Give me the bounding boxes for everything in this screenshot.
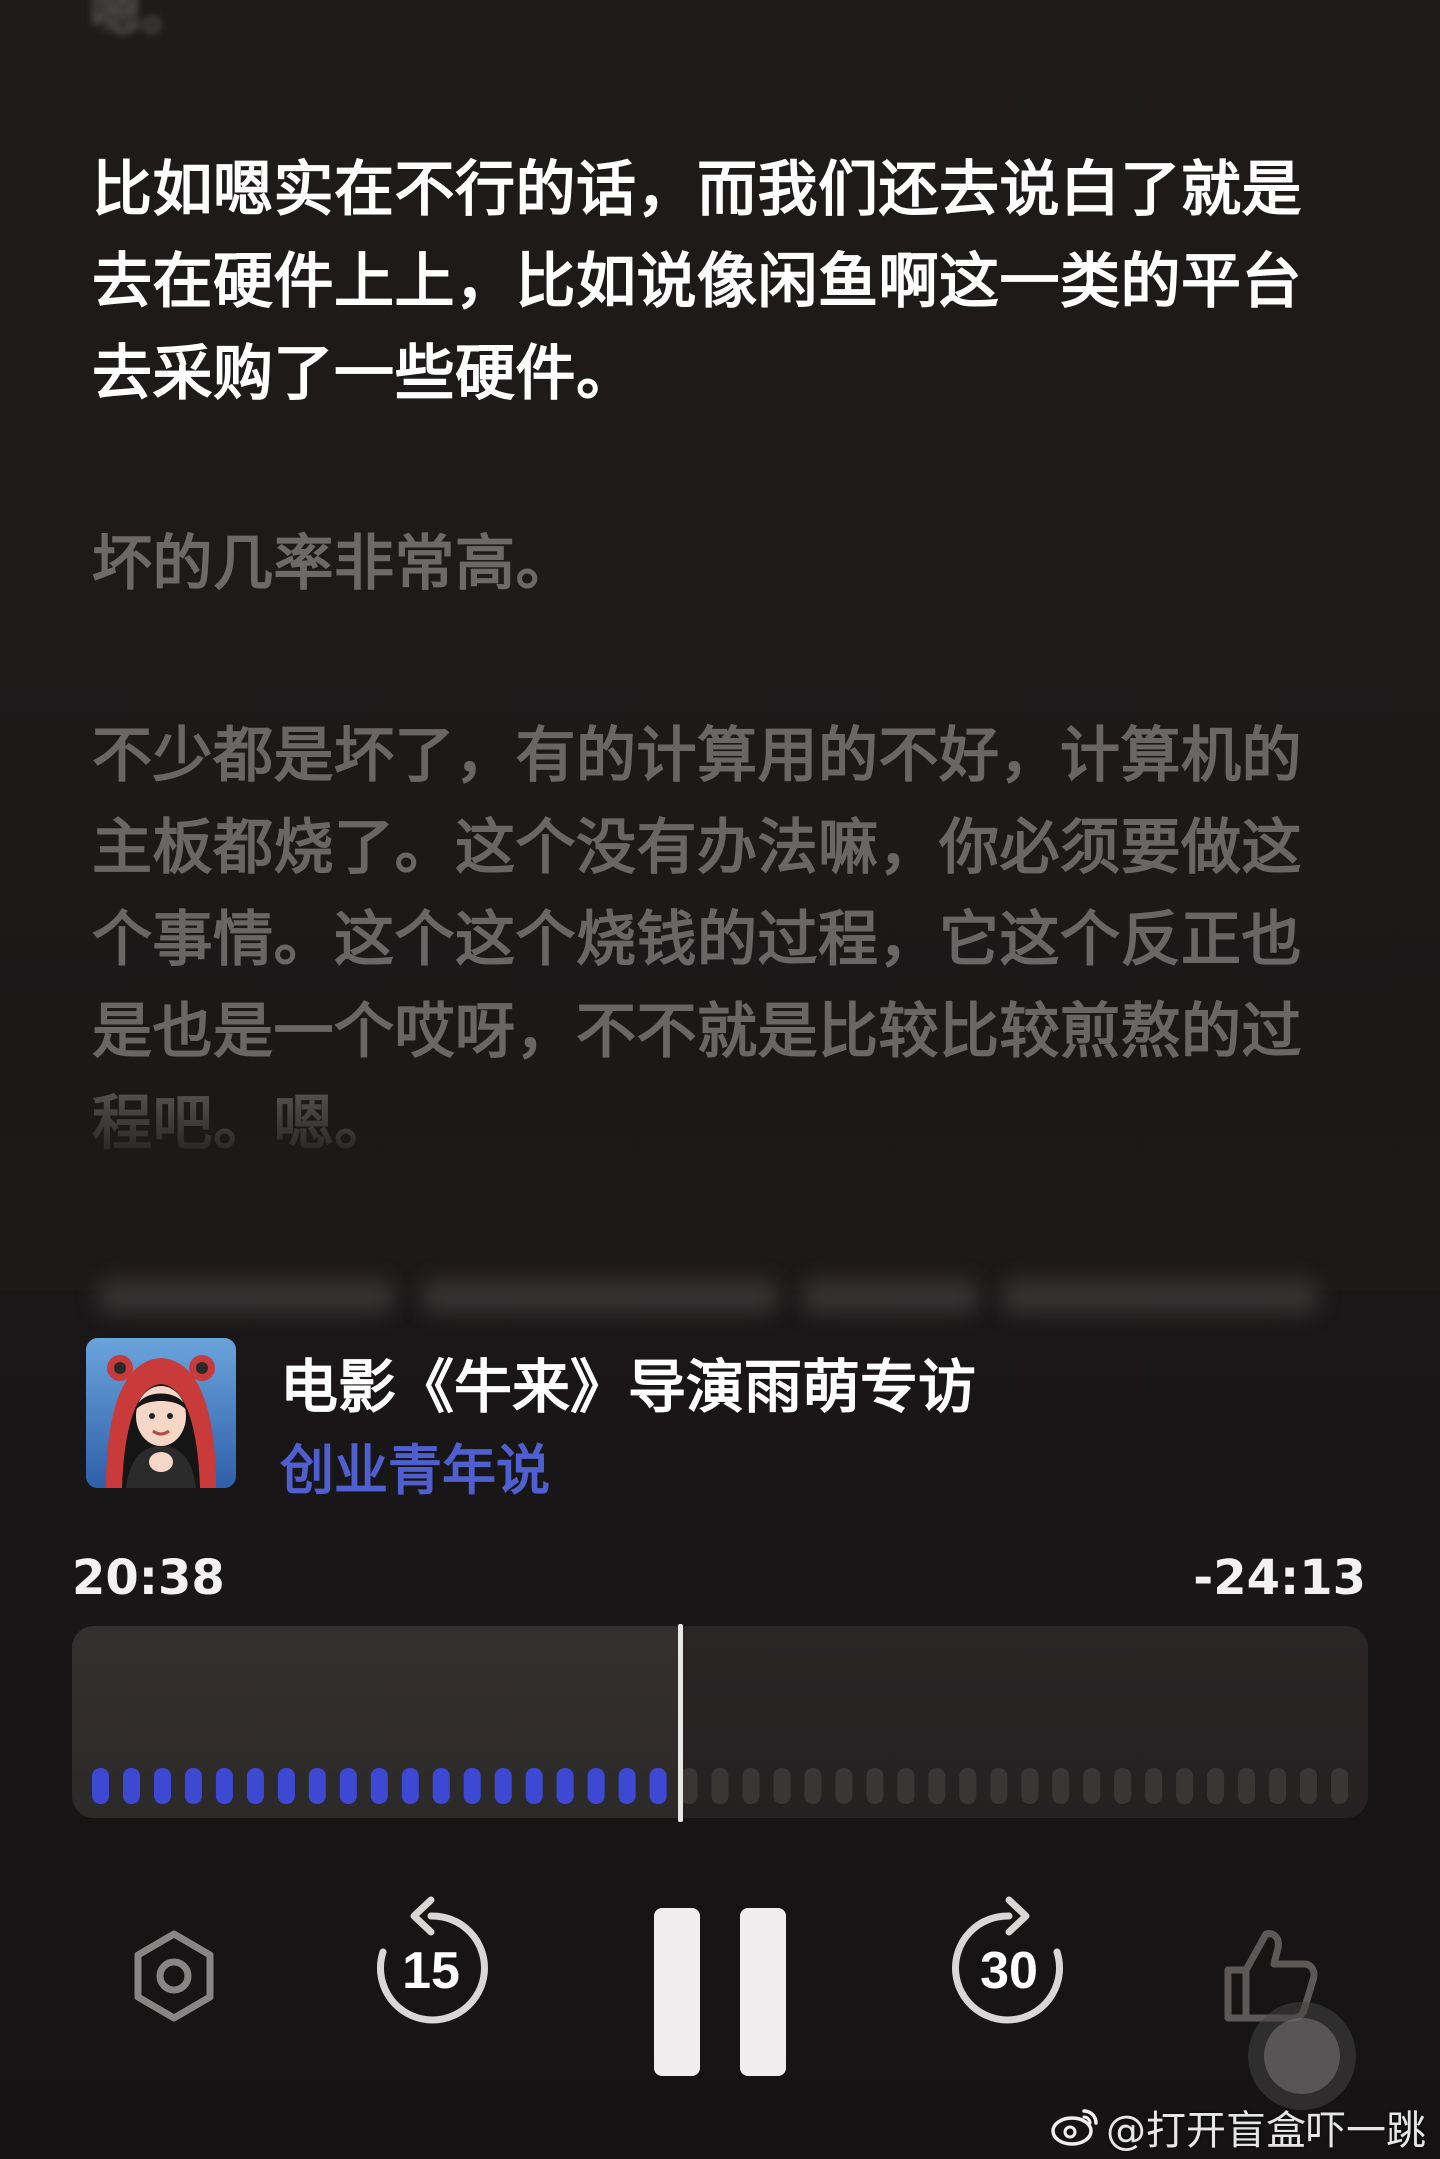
waveform-bar	[1114, 1768, 1132, 1804]
skip-back-button[interactable]: 15	[366, 1894, 496, 2038]
rewind-15-icon: 15	[377, 1896, 488, 2024]
waveform-bar	[494, 1768, 512, 1804]
waveform-bar	[897, 1768, 915, 1804]
waveform-bar	[154, 1768, 171, 1804]
waveform-bar	[308, 1768, 326, 1804]
blurred-line-fragment	[1000, 1280, 1320, 1314]
playback-controls: 15 30	[0, 1880, 1440, 2110]
waveform-bar	[742, 1768, 760, 1804]
waveform-bar	[277, 1768, 295, 1804]
waveform-bar	[1176, 1768, 1194, 1804]
weibo-logo-icon	[1051, 2109, 1098, 2146]
audio-waveform[interactable]	[88, 1766, 1358, 1806]
waveform-bar	[711, 1768, 729, 1804]
waveform-bar	[1021, 1768, 1039, 1804]
pause-button[interactable]	[650, 1908, 790, 2082]
transcript-next-line[interactable]: 坏的几率非常高。	[92, 518, 1342, 610]
waveform-bar	[990, 1768, 1008, 1804]
episode-title[interactable]: 电影《牛来》导演雨萌专访	[280, 1340, 976, 1424]
blurred-line-fragment	[800, 1280, 980, 1314]
waveform-bar	[246, 1768, 264, 1804]
skip-back-seconds: 15	[402, 1942, 460, 2000]
waveform-bar	[1238, 1768, 1256, 1804]
skip-forward-button[interactable]: 30	[944, 1894, 1074, 2038]
waveform-bar	[339, 1768, 357, 1804]
waveform-bar	[370, 1768, 388, 1804]
player-screen: 嗯。 比如嗯实在不行的话，而我们还去说白了就是去在硬件上上，比如说像闲鱼啊这一类…	[0, 0, 1440, 2159]
waveform-bar	[184, 1768, 202, 1804]
transcript-fade	[0, 1060, 1440, 1290]
waveform-bar	[1207, 1768, 1225, 1804]
waveform-bar	[463, 1768, 481, 1804]
hexagon-gear-icon	[134, 1930, 214, 2022]
remaining-time: -24:13	[1193, 1550, 1366, 1606]
waveform-bar	[123, 1768, 140, 1804]
previous-line-fragment: 嗯。	[90, 0, 195, 43]
transcript-active-line[interactable]: 比如嗯实在不行的话，而我们还去说白了就是去在硬件上上，比如说像闲鱼啊这一类的平台…	[92, 144, 1342, 420]
waveform-bar	[618, 1768, 636, 1804]
waveform-bar	[92, 1768, 109, 1804]
now-playing-info[interactable]: 电影《牛来》导演雨萌专访 创业青年说	[86, 1338, 1346, 1502]
waveform-bar	[401, 1768, 419, 1804]
waveform-bar	[432, 1768, 450, 1804]
waveform-bar	[835, 1768, 853, 1804]
watermark: @打开盲盒吓一跳	[1050, 2098, 1426, 2156]
waveform-bar	[773, 1768, 791, 1804]
skip-forward-seconds: 30	[980, 1942, 1038, 2000]
waveform-bar	[649, 1768, 667, 1804]
episode-cover-art[interactable]	[86, 1338, 236, 1488]
elapsed-time: 20:38	[72, 1550, 225, 1606]
waveform-bar	[1269, 1768, 1287, 1804]
waveform-bar	[215, 1768, 233, 1804]
show-name-link[interactable]: 创业青年说	[280, 1426, 550, 1505]
cover-illustration	[86, 1338, 236, 1488]
forward-30-icon: 30	[952, 1896, 1063, 2024]
blurred-line-fragment	[420, 1280, 780, 1314]
floating-ball-icon	[1248, 2002, 1356, 2110]
waveform-bar	[959, 1768, 977, 1804]
waveform-bar	[866, 1768, 884, 1804]
waveform-bar	[928, 1768, 946, 1804]
waveform-bar	[1331, 1768, 1348, 1804]
settings-button[interactable]	[126, 1928, 222, 2028]
scrubber-playhead[interactable]	[678, 1624, 683, 1822]
waveform-bar	[680, 1768, 698, 1804]
blurred-line-fragment	[96, 1280, 396, 1314]
waveform-bar	[1052, 1768, 1070, 1804]
waveform-bar	[1083, 1768, 1101, 1804]
floating-assist-button[interactable]	[1240, 1990, 1380, 2114]
waveform-bar	[1145, 1768, 1163, 1804]
waveform-bar	[1300, 1768, 1317, 1804]
waveform-bar	[525, 1768, 543, 1804]
waveform-bar	[556, 1768, 574, 1804]
waveform-bar	[804, 1768, 822, 1804]
pause-icon	[654, 1908, 786, 2076]
watermark-text: @打开盲盒吓一跳	[1106, 2108, 1426, 2154]
waveform-bar	[587, 1768, 605, 1804]
